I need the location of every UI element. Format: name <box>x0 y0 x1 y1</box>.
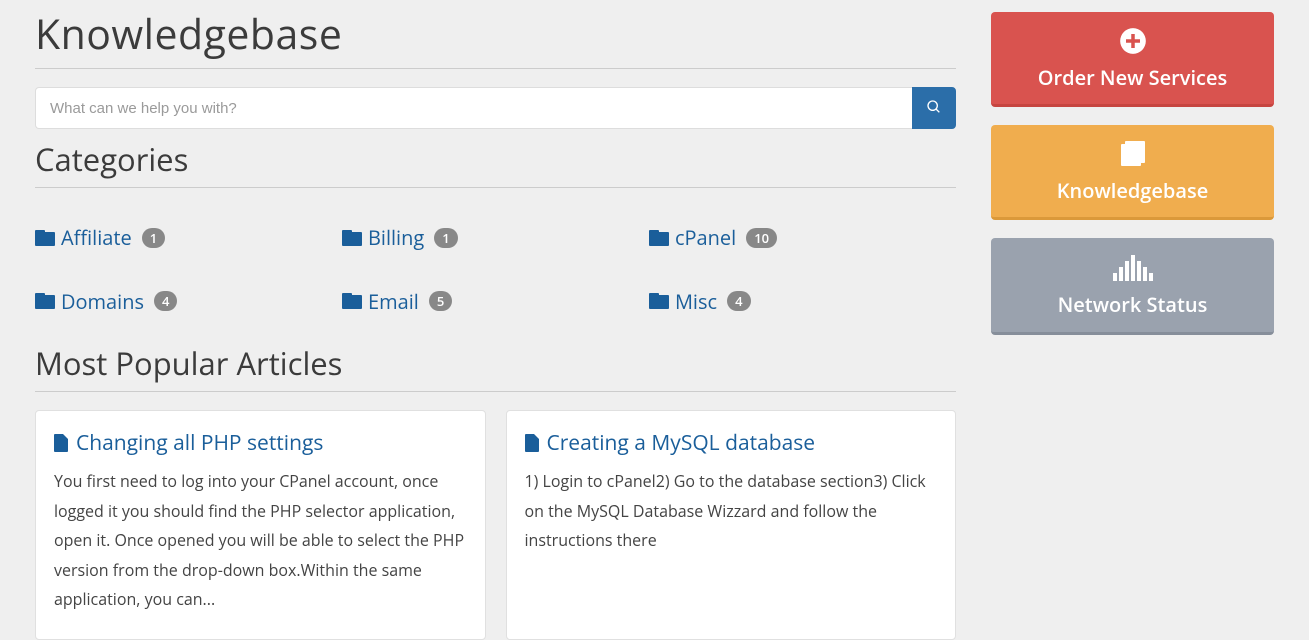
category-count: 10 <box>746 228 777 248</box>
article-title: Creating a MySQL database <box>547 429 816 457</box>
order-services-button[interactable]: Order New Services <box>991 12 1274 107</box>
knowledgebase-button[interactable]: Knowledgebase <box>991 125 1274 220</box>
category-label: Domains <box>61 288 144 315</box>
divider <box>35 187 956 188</box>
category-count: 1 <box>434 228 457 248</box>
article-link-php-settings[interactable]: Changing all PHP settings <box>54 429 467 457</box>
category-billing[interactable]: Billing 1 <box>342 224 458 251</box>
category-count: 4 <box>727 291 750 311</box>
article-excerpt: 1) Login to cPanel2) Go to the database … <box>525 467 938 556</box>
search-form <box>35 87 956 129</box>
category-label: Misc <box>675 288 717 315</box>
category-email[interactable]: Email 5 <box>342 288 452 315</box>
book-icon <box>1118 139 1148 169</box>
page-title: Knowledgebase <box>35 6 956 62</box>
sidebar-label: Network Status <box>1058 291 1208 318</box>
category-label: Affiliate <box>61 224 132 251</box>
divider <box>35 391 956 392</box>
article-excerpt: You first need to log into your CPanel a… <box>54 467 467 615</box>
folder-icon <box>342 230 362 246</box>
folder-icon <box>342 293 362 309</box>
category-label: Email <box>368 288 419 315</box>
file-icon <box>525 434 539 452</box>
file-icon <box>54 434 68 452</box>
search-input[interactable] <box>35 87 912 129</box>
article-card: Changing all PHP settings You first need… <box>35 410 486 640</box>
article-title: Changing all PHP settings <box>76 429 323 457</box>
categories-heading: Categories <box>35 139 956 181</box>
category-label: cPanel <box>675 224 736 251</box>
network-status-button[interactable]: Network Status <box>991 238 1274 335</box>
category-count: 5 <box>429 291 452 311</box>
category-label: Billing <box>368 224 424 251</box>
search-icon <box>926 99 942 118</box>
folder-icon <box>35 293 55 309</box>
popular-heading: Most Popular Articles <box>35 343 956 385</box>
sidebar-label: Order New Services <box>1038 64 1227 91</box>
folder-icon <box>35 230 55 246</box>
search-button[interactable] <box>912 87 956 129</box>
category-count: 4 <box>154 291 177 311</box>
category-count: 1 <box>142 228 165 248</box>
article-card: Creating a MySQL database 1) Login to cP… <box>506 410 957 640</box>
bars-icon <box>1113 253 1153 283</box>
category-affiliate[interactable]: Affiliate 1 <box>35 224 165 251</box>
article-link-mysql-db[interactable]: Creating a MySQL database <box>525 429 938 457</box>
plus-circle-icon <box>1119 26 1147 56</box>
folder-icon <box>649 230 669 246</box>
category-cpanel[interactable]: cPanel 10 <box>649 224 777 251</box>
category-domains[interactable]: Domains 4 <box>35 288 177 315</box>
folder-icon <box>649 293 669 309</box>
sidebar-label: Knowledgebase <box>1057 177 1208 204</box>
divider <box>35 68 956 69</box>
category-misc[interactable]: Misc 4 <box>649 288 751 315</box>
